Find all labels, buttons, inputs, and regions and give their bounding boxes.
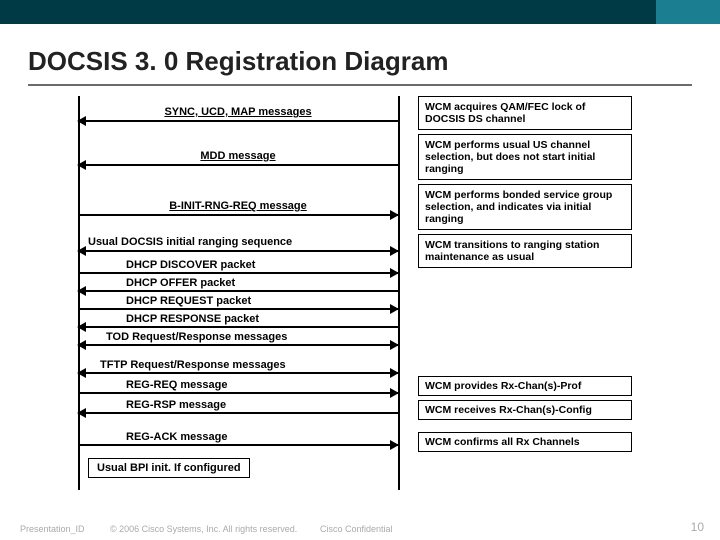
arrow-head-left-icon (77, 286, 86, 296)
arrow-head-right-icon (390, 440, 399, 450)
label-tftp: TFTP Request/Response messages (100, 359, 286, 371)
arrow-head-right-icon (390, 368, 399, 378)
footer-presentation-id: Presentation_ID (20, 524, 85, 534)
label-reg-req: REG-REQ message (126, 379, 227, 391)
arrow-head-left-icon (77, 408, 86, 418)
label-dhcp-request: DHCP REQUEST packet (126, 295, 251, 307)
label-sync-ucd-map: SYNC, UCD, MAP messages (78, 106, 398, 118)
footer-page-number: 10 (691, 520, 704, 534)
note-confirm-rx-channels: WCM confirms all Rx Channels (418, 432, 632, 452)
label-reg-ack: REG-ACK message (126, 431, 227, 443)
arrow-dhcp-offer (78, 290, 398, 292)
footer-copyright: © 2006 Cisco Systems, Inc. All rights re… (110, 524, 297, 534)
arrow-tod (78, 344, 398, 346)
arrow-head-right-icon (390, 304, 399, 314)
arrow-head-right-icon (390, 340, 399, 350)
arrow-head-left-icon (77, 368, 86, 378)
arrow-dhcp-response (78, 326, 398, 328)
label-dhcp-offer: DHCP OFFER packet (126, 277, 235, 289)
label-dhcp-response: DHCP RESPONSE packet (126, 313, 259, 325)
arrow-dhcp-discover (78, 272, 398, 274)
arrow-head-left-icon (77, 322, 86, 332)
label-dhcp-discover: DHCP DISCOVER packet (126, 259, 255, 271)
arrow-head-right-icon (390, 268, 399, 278)
arrow-sync-ucd-map (78, 120, 398, 122)
note-rx-chans-config: WCM receives Rx-Chan(s)-Config (418, 400, 632, 420)
arrow-dhcp-request (78, 308, 398, 310)
label-reg-rsp: REG-RSP message (126, 399, 226, 411)
arrow-b-init-rng-req (78, 214, 398, 216)
sequence-diagram: SYNC, UCD, MAP messages WCM acquires QAM… (78, 96, 638, 490)
top-bar-accent (656, 0, 720, 24)
arrow-reg-ack (78, 444, 398, 446)
label-initial-ranging: Usual DOCSIS initial ranging sequence (88, 236, 292, 248)
arrow-reg-rsp (78, 412, 398, 414)
arrow-head-left-icon (77, 246, 86, 256)
label-mdd: MDD message (78, 150, 398, 162)
title-underline (28, 84, 692, 86)
note-rx-chans-prof: WCM provides Rx-Chan(s)-Prof (418, 376, 632, 396)
label-b-init-rng-req: B-INIT-RNG-REQ message (78, 200, 398, 212)
note-ranging-maintenance: WCM transitions to ranging station maint… (418, 234, 632, 268)
arrow-tftp (78, 372, 398, 374)
arrow-head-right-icon (390, 246, 399, 256)
lifeline-right (398, 96, 400, 490)
box-bpi-init: Usual BPI init. If configured (88, 458, 250, 478)
arrow-reg-req (78, 392, 398, 394)
arrow-initial-ranging (78, 250, 398, 252)
arrow-head-left-icon (77, 340, 86, 350)
label-tod: TOD Request/Response messages (106, 331, 287, 343)
arrow-head-right-icon (390, 388, 399, 398)
note-us-channel-select: WCM performs usual US channel selection,… (418, 134, 632, 180)
slide-title: DOCSIS 3. 0 Registration Diagram (28, 46, 448, 77)
note-qam-fec-lock: WCM acquires QAM/FEC lock of DOCSIS DS c… (418, 96, 632, 130)
note-bonded-sg-select: WCM performs bonded service group select… (418, 184, 632, 230)
footer-confidential: Cisco Confidential (320, 524, 393, 534)
top-color-bar (0, 0, 720, 24)
arrow-mdd (78, 164, 398, 166)
